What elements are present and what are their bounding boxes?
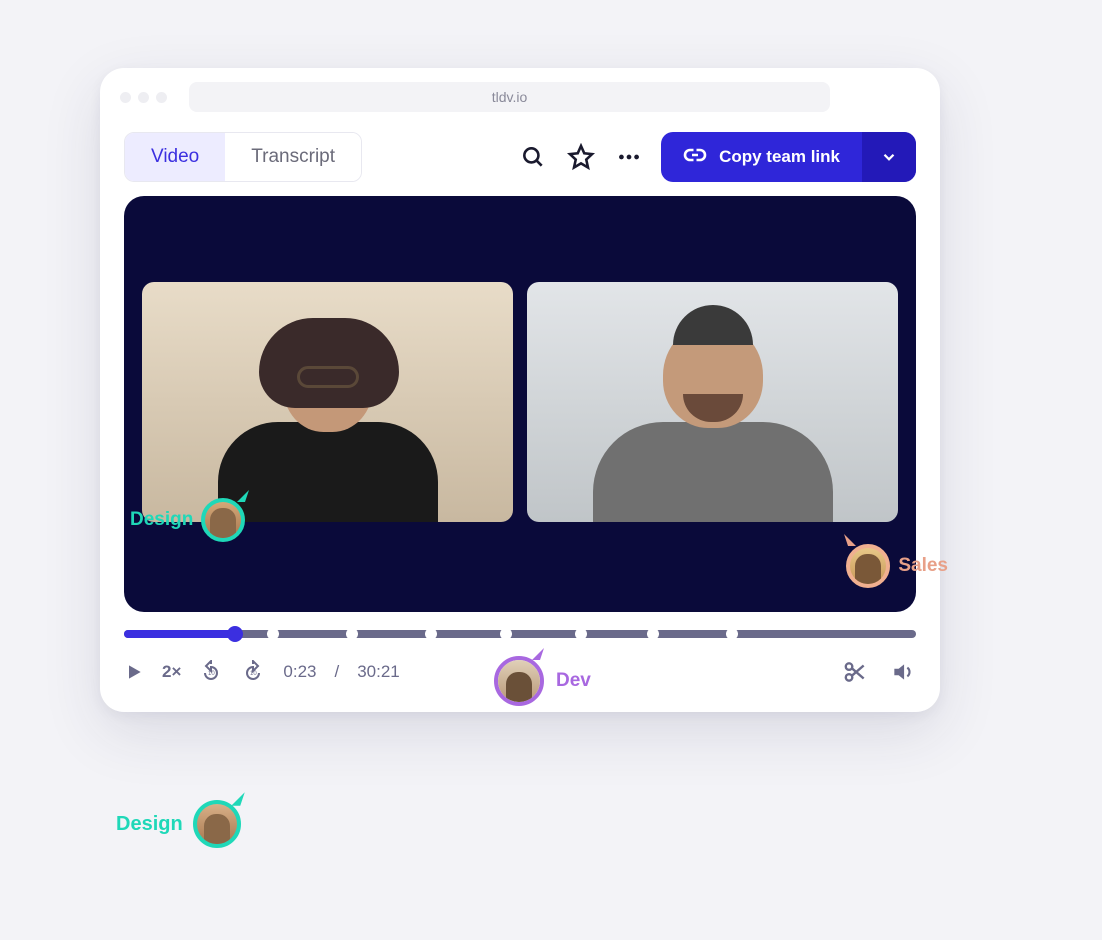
timeline-marker[interactable] (647, 628, 659, 640)
cursor-design-label: Design (130, 509, 193, 531)
cursor-design: Design (130, 498, 245, 542)
playback-speed[interactable]: 2× (162, 662, 181, 682)
more-icon[interactable] (613, 141, 645, 173)
url-text: tldv.io (492, 89, 528, 105)
avatar-design-floating (193, 800, 241, 848)
timeline-marker[interactable] (425, 628, 437, 640)
traffic-dot-minimize[interactable] (138, 92, 149, 103)
cursor-design-floating-label: Design (116, 813, 183, 836)
play-icon[interactable] (124, 662, 144, 682)
tab-transcript-label: Transcript (251, 146, 335, 168)
playback-controls: 2× 10 10 0:23 / 30:21 Dev (124, 652, 916, 692)
link-icon (683, 143, 707, 172)
clip-icon[interactable] (842, 659, 868, 685)
timeline-marker[interactable] (346, 628, 358, 640)
avatar-dev (494, 656, 544, 706)
avatar-sales (846, 544, 890, 588)
avatar-design (201, 498, 245, 542)
timeline-marker[interactable] (575, 628, 587, 640)
tabs-group: Video Transcript (124, 132, 362, 182)
tab-transcript[interactable]: Transcript (225, 133, 361, 181)
timeline-marker[interactable] (500, 628, 512, 640)
svg-text:10: 10 (208, 671, 215, 677)
star-icon[interactable] (565, 141, 597, 173)
participant-tile-2 (527, 282, 898, 522)
copy-team-link-button: Copy team link (661, 132, 916, 182)
timeline-marker[interactable] (726, 628, 738, 640)
rewind-10-icon[interactable]: 10 (199, 660, 223, 684)
svg-text:10: 10 (250, 671, 257, 677)
tab-video-label: Video (151, 146, 199, 168)
time-separator: / (334, 662, 339, 682)
toolbar: Video Transcript Copy team link (100, 122, 940, 196)
participant-tile-1 (142, 282, 513, 522)
copy-team-link-label: Copy team link (719, 147, 840, 167)
timeline-thumb[interactable] (227, 626, 243, 642)
timeline[interactable] (124, 626, 916, 642)
copy-team-link-main[interactable]: Copy team link (661, 143, 862, 172)
forward-10-icon[interactable]: 10 (241, 660, 265, 684)
traffic-dot-close[interactable] (120, 92, 131, 103)
total-time: 30:21 (357, 662, 400, 682)
current-time: 0:23 (283, 662, 316, 682)
cursor-design-floating: Design (116, 800, 241, 848)
timeline-marker[interactable] (267, 628, 279, 640)
browser-chrome: tldv.io (100, 68, 940, 122)
url-bar[interactable]: tldv.io (189, 82, 830, 112)
search-icon[interactable] (517, 141, 549, 173)
timeline-progress (124, 630, 235, 638)
video-player[interactable]: Design Sales (124, 196, 916, 612)
tab-video[interactable]: Video (125, 133, 225, 181)
browser-window: tldv.io Video Transcript Copy (100, 68, 940, 712)
traffic-lights (120, 92, 167, 103)
cursor-dev-label: Dev (556, 670, 591, 692)
copy-team-link-dropdown[interactable] (862, 132, 916, 182)
cursor-dev: Dev (494, 656, 591, 706)
volume-icon[interactable] (890, 659, 916, 685)
traffic-dot-maximize[interactable] (156, 92, 167, 103)
cursor-sales: Sales (846, 544, 948, 588)
cursor-sales-label: Sales (898, 555, 948, 577)
